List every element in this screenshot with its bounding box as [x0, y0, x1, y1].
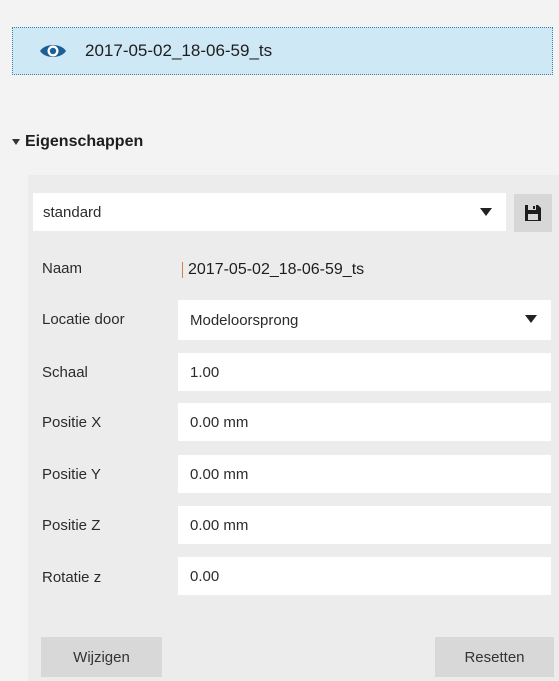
name-label: Naam	[42, 260, 83, 277]
preset-dropdown[interactable]: standard	[33, 193, 506, 231]
position-z-input[interactable]: 0.00 mm	[178, 506, 551, 544]
section-title: Eigenschappen	[25, 133, 144, 150]
save-preset-button[interactable]	[514, 194, 552, 232]
scale-label: Schaal	[42, 364, 88, 381]
model-list-item[interactable]: 2017-05-02_18-06-59_ts	[12, 27, 553, 75]
position-x-label: Positie X	[42, 414, 102, 431]
location-label: Locatie door	[42, 311, 125, 328]
position-y-input[interactable]: 0.00 mm	[178, 455, 551, 493]
text-cursor	[182, 262, 183, 278]
name-value-text: 2017-05-02_18-06-59_ts	[188, 261, 365, 278]
eye-icon[interactable]	[37, 41, 69, 61]
preset-selected-value: standard	[43, 203, 102, 221]
model-name-label: 2017-05-02_18-06-59_ts	[85, 41, 273, 60]
location-dropdown[interactable]: Modeloorsprong	[178, 300, 551, 340]
rotation-z-input[interactable]: 0.00	[178, 557, 551, 595]
chevron-down-icon[interactable]	[480, 208, 492, 216]
section-header-properties[interactable]: Eigenschappen	[12, 133, 143, 151]
floppy-disk-icon	[525, 205, 541, 221]
chevron-down-icon[interactable]	[525, 315, 537, 323]
position-y-label: Positie Y	[42, 466, 101, 483]
collapse-triangle-icon[interactable]	[12, 139, 20, 145]
name-value[interactable]: 2017-05-02_18-06-59_ts	[182, 258, 364, 282]
reset-button[interactable]: Resetten	[435, 637, 554, 677]
location-selected-value: Modeloorsprong	[190, 311, 299, 329]
scale-input[interactable]: 1.00	[178, 353, 551, 391]
change-button[interactable]: Wijzigen	[41, 637, 162, 677]
position-z-label: Positie Z	[42, 517, 101, 534]
rotation-z-label: Rotatie z	[42, 569, 102, 586]
position-x-input[interactable]: 0.00 mm	[178, 403, 551, 441]
